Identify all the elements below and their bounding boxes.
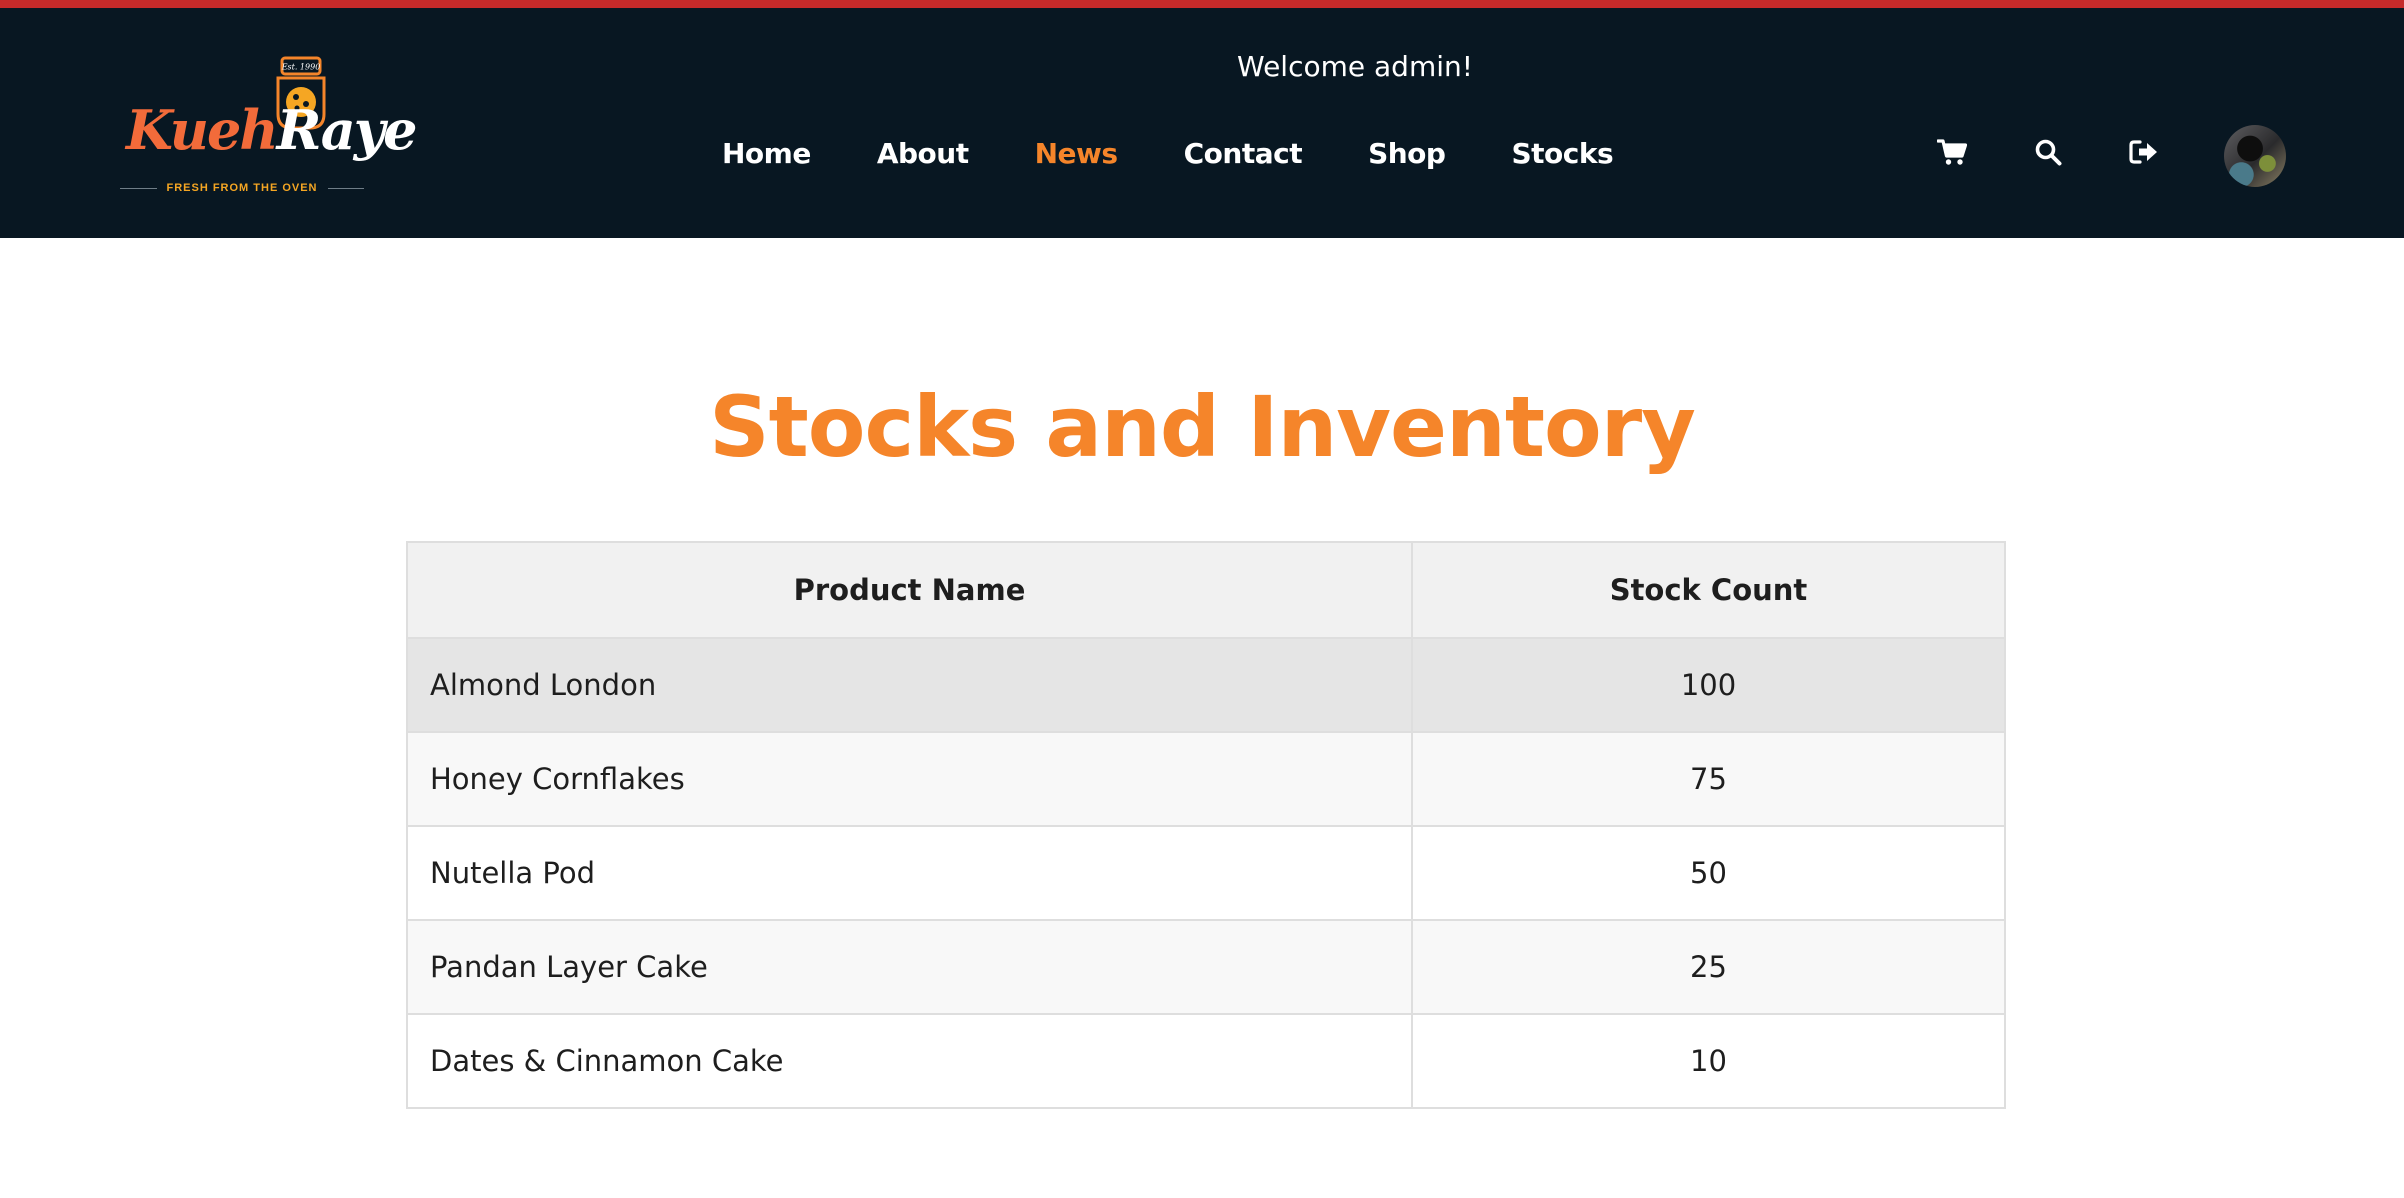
- stock-count-cell: 100: [1680, 668, 1737, 702]
- search-button[interactable]: [2028, 132, 2068, 172]
- main-nav: Home About News Contact Shop Stocks: [722, 128, 1614, 178]
- logout-icon: [2129, 140, 2157, 164]
- product-name-cell: Nutella Pod: [408, 827, 1413, 919]
- search-icon: [2035, 139, 2062, 166]
- logo-tagline: FRESH FROM THE OVEN: [120, 182, 365, 194]
- nav-news[interactable]: News: [1035, 137, 1118, 170]
- nav-shop[interactable]: Shop: [1368, 137, 1446, 170]
- table-header-row: Product Name Stock Count: [408, 543, 2004, 637]
- page-title: Stocks and Inventory: [709, 378, 1696, 476]
- tagline-rule-right: [327, 187, 365, 189]
- user-avatar[interactable]: [2224, 125, 2286, 187]
- table-row: Nutella Pod 50: [408, 825, 2004, 919]
- logo-kueh-text: Kueh: [126, 98, 279, 162]
- column-header-product-name: Product Name: [408, 543, 1413, 637]
- top-accent-stripe: [0, 0, 2404, 8]
- logo-raye-text: Raye: [276, 98, 418, 162]
- nav-stocks[interactable]: Stocks: [1511, 137, 1613, 170]
- logo-wordmark: KuehRaye: [126, 98, 418, 162]
- logout-button[interactable]: [2124, 132, 2164, 172]
- logo-badge: Est. 1990: [281, 63, 321, 72]
- tagline-rule-left: [120, 187, 157, 189]
- product-name-cell: Pandan Layer Cake: [408, 921, 1413, 1013]
- nav-home[interactable]: Home: [722, 137, 811, 170]
- cart-button[interactable]: [1932, 132, 1972, 172]
- site-header: Est. 1990 KuehRaye FRESH FROM THE OVEN W…: [0, 8, 2404, 238]
- column-header-stock-count: Stock Count: [1609, 573, 1808, 607]
- nav-about[interactable]: About: [877, 137, 969, 170]
- stock-count-cell: 50: [1690, 856, 1727, 890]
- nav-contact[interactable]: Contact: [1184, 137, 1303, 170]
- cart-icon: [1937, 139, 1967, 165]
- product-name-cell: Honey Cornflakes: [408, 733, 1413, 825]
- table-row: Honey Cornflakes 75: [408, 731, 2004, 825]
- site-logo[interactable]: Est. 1990 KuehRaye FRESH FROM THE OVEN: [120, 54, 417, 204]
- tagline-text: FRESH FROM THE OVEN: [166, 182, 318, 194]
- table-row: Pandan Layer Cake 25: [408, 919, 2004, 1013]
- product-name-cell: Dates & Cinnamon Cake: [408, 1015, 1413, 1107]
- table-row: Dates & Cinnamon Cake 10: [408, 1013, 2004, 1107]
- product-name-cell: Almond London: [408, 639, 1413, 731]
- welcome-message: Welcome admin!: [1237, 50, 1473, 83]
- table-row: Almond London 100: [408, 637, 2004, 731]
- stock-count-cell: 75: [1690, 762, 1727, 796]
- stocks-table: Product Name Stock Count Almond London 1…: [406, 541, 2006, 1109]
- stock-count-cell: 10: [1690, 1044, 1727, 1078]
- stock-count-cell: 25: [1690, 950, 1727, 984]
